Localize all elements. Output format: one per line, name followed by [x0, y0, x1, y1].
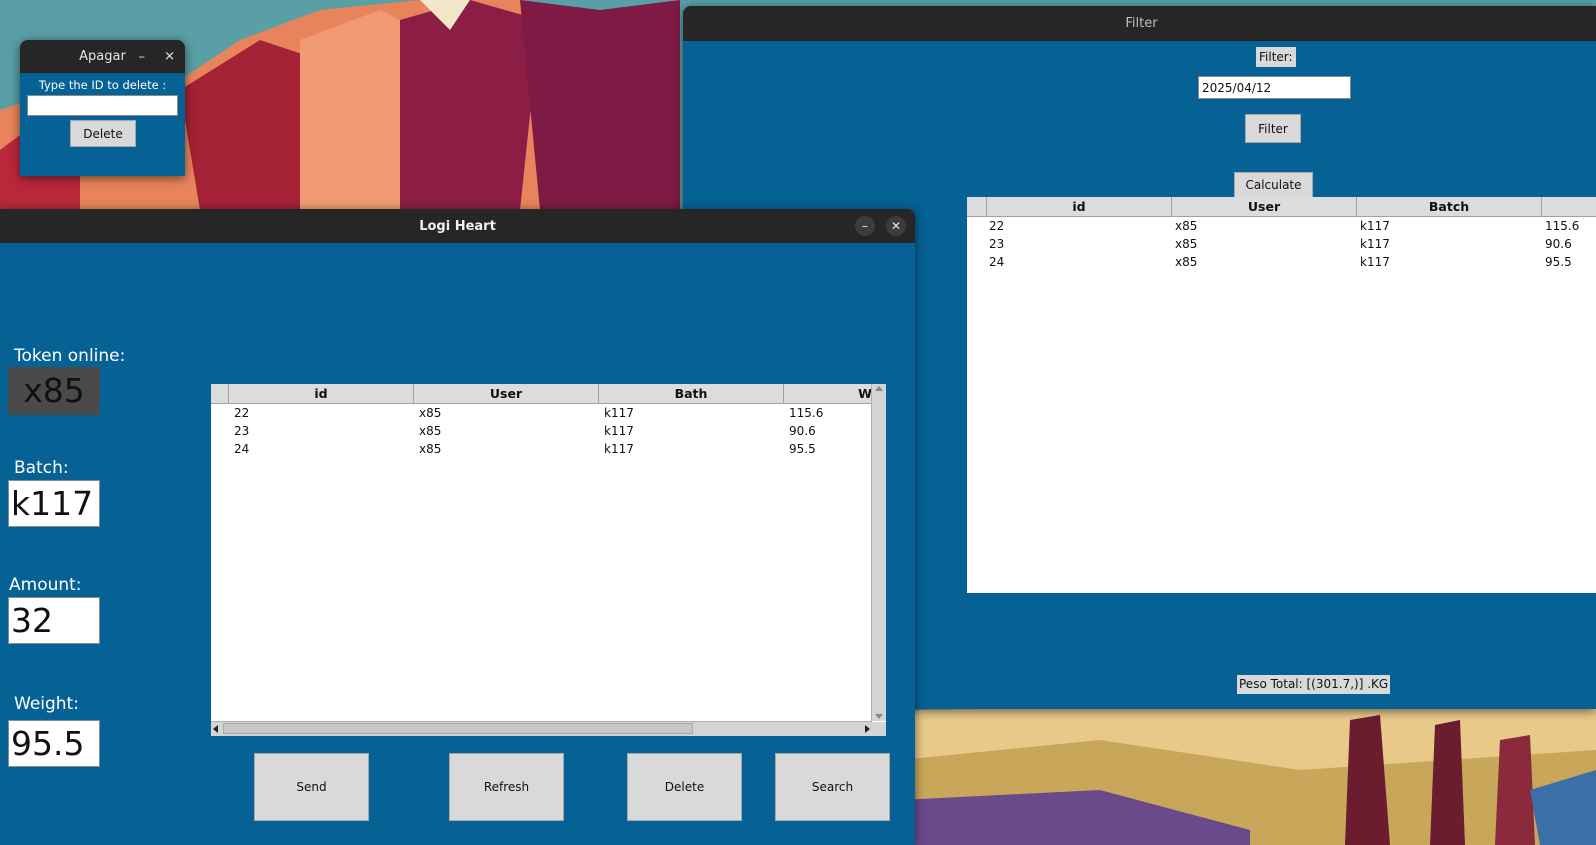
close-button[interactable]: ✕ [164, 49, 175, 64]
scroll-up-arrow-icon[interactable] [875, 386, 883, 391]
column-header-spacer [211, 384, 229, 403]
weight-input[interactable] [8, 720, 100, 767]
weight-label: Weight: [14, 694, 79, 714]
cell-batch: k117 [1360, 255, 1390, 269]
filter-window-titlebar[interactable]: Filter [683, 6, 1596, 41]
delete-prompt-label: Type the ID to delete : [38, 78, 167, 92]
filter-button[interactable]: Filter [1245, 114, 1301, 143]
scroll-down-arrow-icon[interactable] [875, 714, 883, 719]
table-header: id User Batch [967, 197, 1596, 217]
cell-id: 22 [234, 406, 250, 420]
table-row[interactable]: 23 x85 k117 90.6 [211, 422, 886, 440]
table-row[interactable]: 23 x85 k117 90.6 [967, 235, 1596, 253]
cell-user: x85 [419, 406, 442, 420]
minimize-button[interactable]: – [855, 216, 875, 236]
cell-weight: 95.5 [1545, 255, 1572, 269]
calculate-button[interactable]: Calculate [1234, 172, 1313, 198]
batch-label: Batch: [14, 458, 69, 478]
cell-weight: 90.6 [1545, 237, 1572, 251]
token-value: x85 [8, 367, 100, 415]
minimize-button[interactable]: – [139, 49, 146, 64]
delete-window: Apagar – ✕ Type the ID to delete : Delet… [20, 40, 185, 176]
horizontal-scrollbar-thumb[interactable] [223, 723, 693, 734]
column-header-id[interactable]: id [229, 384, 414, 403]
send-button[interactable]: Send [254, 753, 369, 821]
delete-window-title: Apagar [79, 49, 126, 64]
cell-user: x85 [1175, 237, 1198, 251]
table-row[interactable]: 22 x85 k117 115.6 [967, 217, 1596, 235]
column-header-batch[interactable]: Batch [1357, 197, 1542, 216]
column-header-bath[interactable]: Bath [599, 384, 784, 403]
cell-weight: 115.6 [1545, 219, 1580, 233]
table-row[interactable]: 24 x85 k117 95.5 [211, 440, 886, 458]
cell-id: 24 [234, 442, 250, 456]
filter-date-input[interactable] [1198, 76, 1351, 99]
cell-weight: 115.6 [789, 406, 824, 420]
cell-batch: k117 [1360, 219, 1390, 233]
vertical-scrollbar[interactable] [871, 384, 886, 721]
column-header-user[interactable]: User [1172, 197, 1357, 216]
total-weight-label: Peso Total: [(301.7,)] .KG [1237, 675, 1391, 694]
main-window-titlebar[interactable]: Logi Heart – ✕ [0, 209, 915, 243]
delete-window-titlebar[interactable]: Apagar – ✕ [20, 40, 185, 73]
cell-user: x85 [1175, 255, 1198, 269]
cell-batch: k117 [1360, 237, 1390, 251]
delete-button[interactable]: Delete [627, 753, 742, 821]
refresh-button[interactable]: Refresh [449, 753, 564, 821]
column-header-spacer [967, 197, 987, 216]
search-button[interactable]: Search [775, 753, 890, 821]
cell-bath: k117 [604, 442, 634, 456]
scroll-right-arrow-icon[interactable] [865, 725, 870, 733]
batch-input[interactable] [8, 480, 100, 527]
main-window-title: Logi Heart [419, 218, 496, 234]
filter-window-title: Filter [1125, 16, 1158, 31]
column-header-weight[interactable] [1542, 197, 1596, 216]
token-label: Token online: [14, 346, 126, 366]
delete-confirm-button[interactable]: Delete [70, 120, 136, 147]
cell-user: x85 [419, 424, 442, 438]
cell-user: x85 [419, 442, 442, 456]
cell-id: 22 [989, 219, 1005, 233]
cell-bath: k117 [604, 424, 634, 438]
column-header-user[interactable]: User [414, 384, 599, 403]
scroll-left-arrow-icon[interactable] [213, 725, 218, 733]
scrollbar-corner [872, 722, 886, 736]
delete-id-input[interactable] [27, 95, 178, 116]
filter-label: Filter: [1256, 47, 1296, 67]
close-button[interactable]: ✕ [886, 216, 906, 236]
table-row[interactable]: 22 x85 k117 115.6 [211, 404, 886, 422]
cell-bath: k117 [604, 406, 634, 420]
cell-id: 24 [989, 255, 1005, 269]
cell-weight: 90.6 [789, 424, 816, 438]
column-header-id[interactable]: id [987, 197, 1172, 216]
amount-input[interactable] [8, 597, 100, 644]
cell-id: 23 [234, 424, 250, 438]
cell-weight: 95.5 [789, 442, 816, 456]
cell-id: 23 [989, 237, 1005, 251]
records-table: id User Bath We 22 x85 k117 115.6 23 x85… [211, 384, 886, 736]
horizontal-scrollbar[interactable] [211, 721, 872, 736]
main-window: Logi Heart – ✕ Token online: x85 Batch: … [0, 209, 915, 845]
table-header: id User Bath We [211, 384, 880, 404]
amount-label: Amount: [9, 575, 82, 595]
filter-results-table: id User Batch 22 x85 k117 115.6 23 x85 k… [967, 197, 1596, 593]
table-row[interactable]: 24 x85 k117 95.5 [967, 253, 1596, 271]
cell-user: x85 [1175, 219, 1198, 233]
